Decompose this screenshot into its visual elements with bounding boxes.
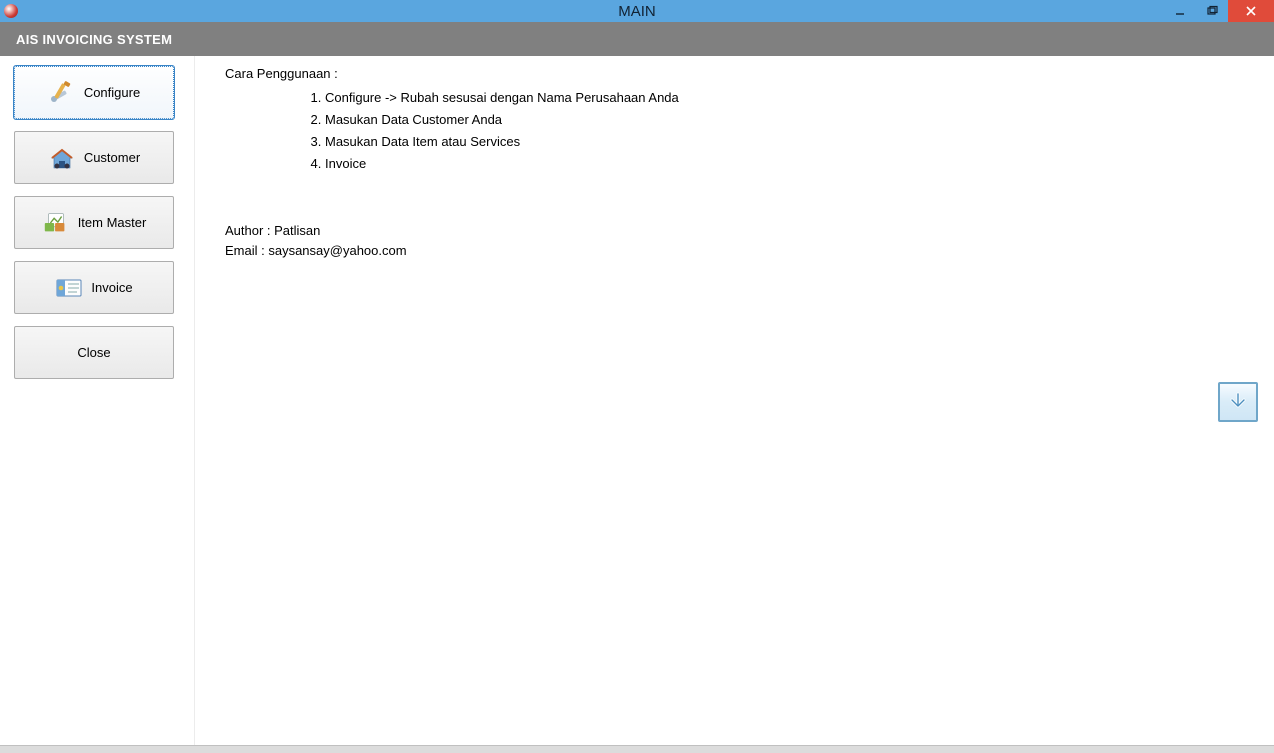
email-text: Email : saysansay@yahoo.com [225, 241, 1274, 261]
window-controls [1164, 0, 1274, 22]
nav-item-master-button[interactable]: Item Master [14, 196, 174, 249]
maximize-button[interactable] [1196, 0, 1228, 22]
close-window-button[interactable] [1228, 0, 1274, 22]
invoice-icon [55, 276, 83, 300]
nav-label: Invoice [91, 280, 132, 295]
nav-label: Item Master [78, 215, 147, 230]
download-arrow-button[interactable] [1218, 382, 1258, 422]
usage-step: Masukan Data Item atau Services [325, 131, 1274, 153]
usage-step: Invoice [325, 153, 1274, 175]
nav-label: Customer [84, 150, 140, 165]
window-title: MAIN [618, 3, 656, 20]
nav-label: Close [77, 345, 110, 360]
configure-icon [48, 81, 76, 105]
nav-configure-button[interactable]: Configure [14, 66, 174, 119]
app-header: AIS INVOICING SYSTEM [0, 22, 1274, 56]
minimize-button[interactable] [1164, 0, 1196, 22]
titlebar: MAIN [0, 0, 1274, 22]
usage-heading: Cara Penggunaan : [225, 66, 1274, 81]
usage-step: Configure -> Rubah sesusai dengan Nama P… [325, 87, 1274, 109]
arrow-down-icon [1227, 390, 1249, 415]
item-master-icon [42, 211, 70, 235]
nav-invoice-button[interactable]: Invoice [14, 261, 174, 314]
nav-close-button[interactable]: Close [14, 326, 174, 379]
nav-label: Configure [84, 85, 140, 100]
customer-icon [48, 146, 76, 170]
content-area: Cara Penggunaan : Configure -> Rubah ses… [195, 56, 1274, 745]
usage-step: Masukan Data Customer Anda [325, 109, 1274, 131]
header-title: AIS INVOICING SYSTEM [16, 32, 172, 47]
app-icon [4, 4, 18, 18]
author-text: Author : Patlisan [225, 221, 1274, 241]
status-bar [0, 745, 1274, 753]
nav-customer-button[interactable]: Customer [14, 131, 174, 184]
usage-steps: Configure -> Rubah sesusai dengan Nama P… [325, 87, 1274, 176]
sidebar: Configure Customer [0, 56, 195, 745]
